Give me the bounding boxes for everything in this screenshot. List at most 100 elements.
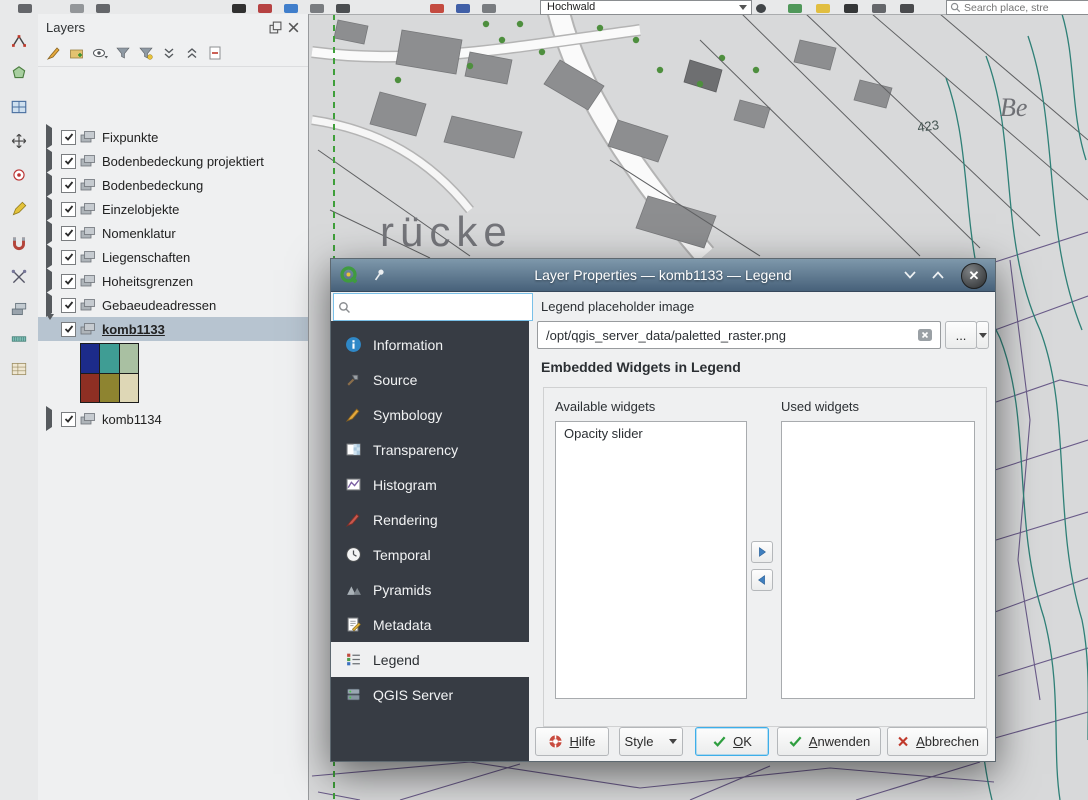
layer-tree-row[interactable]: Liegenschaften: [38, 245, 308, 269]
collapse-arrow-icon[interactable]: [46, 320, 56, 338]
dialog-titlebar[interactable]: Layer Properties — komb1133 — Legend: [331, 259, 995, 292]
layer-checkbox[interactable]: [61, 298, 76, 313]
measure-tool-icon[interactable]: [6, 326, 32, 352]
layer-checkbox[interactable]: [61, 130, 76, 145]
locator-search[interactable]: [946, 0, 1088, 15]
toolbar-icon[interactable]: [844, 4, 858, 13]
layer-tree-row[interactable]: Hoheitsgrenzen: [38, 269, 308, 293]
layer-tree-row[interactable]: Bodenbedeckung projektiert: [38, 149, 308, 173]
expand-arrow-icon[interactable]: [46, 176, 56, 194]
grid-tool-icon[interactable]: [6, 94, 32, 120]
close-window-icon[interactable]: ✕: [961, 263, 987, 289]
map-themes-icon[interactable]: [92, 45, 108, 61]
nav-metadata[interactable]: Metadata: [331, 607, 529, 642]
snapping-tool-icon[interactable]: [6, 230, 32, 256]
layer-tree-row[interactable]: Bodenbedeckung: [38, 173, 308, 197]
expand-arrow-icon[interactable]: [46, 152, 56, 170]
nav-information[interactable]: Information: [331, 327, 529, 362]
toolbar-icon[interactable]: [44, 4, 58, 13]
layer-styling-icon[interactable]: [46, 45, 62, 61]
layer-select-combobox[interactable]: Hochwald: [540, 0, 752, 15]
collapse-all-icon[interactable]: [184, 45, 200, 61]
layer-checkbox[interactable]: [61, 412, 76, 427]
layers-tool-icon[interactable]: [6, 296, 32, 322]
toolbar-icon[interactable]: [816, 4, 830, 13]
toolbar-icon[interactable]: [336, 4, 350, 13]
layer-checkbox[interactable]: [61, 154, 76, 169]
toolbar-icon[interactable]: [430, 4, 444, 13]
toolbar-icon[interactable]: [96, 4, 110, 13]
nav-transparency[interactable]: Transparency: [331, 432, 529, 467]
properties-search[interactable]: [333, 293, 533, 321]
layer-checkbox[interactable]: [61, 250, 76, 265]
shade-window-icon[interactable]: [901, 267, 919, 283]
toolbar-icon[interactable]: [70, 4, 84, 13]
nav-legend[interactable]: Legend: [331, 642, 529, 677]
vertex-tool-icon[interactable]: [6, 28, 32, 54]
float-panel-icon[interactable]: [269, 21, 282, 34]
used-widgets-list[interactable]: [781, 421, 975, 699]
filter-legend-icon[interactable]: [115, 45, 131, 61]
layer-checkbox[interactable]: [61, 322, 76, 337]
info-icon[interactable]: [756, 4, 766, 13]
expand-arrow-icon[interactable]: [46, 296, 56, 314]
properties-search-input[interactable]: [354, 299, 518, 316]
cancel-button[interactable]: Abbrechen: [887, 727, 988, 756]
toolbar-icon[interactable]: [788, 4, 802, 13]
expand-arrow-icon[interactable]: [46, 248, 56, 266]
remove-layer-icon[interactable]: [207, 45, 223, 61]
nav-qgis-server[interactable]: QGIS Server: [331, 677, 529, 712]
move-right-button[interactable]: [751, 541, 773, 563]
help-button[interactable]: Hilfe: [535, 727, 609, 756]
layer-tree-row[interactable]: Fixpunkte: [38, 125, 308, 149]
legend-placeholder-path-input[interactable]: [537, 321, 941, 349]
list-item[interactable]: Opacity slider: [556, 422, 746, 445]
layer-checkbox[interactable]: [61, 274, 76, 289]
layer-checkbox[interactable]: [61, 178, 76, 193]
nav-pyramids[interactable]: Pyramids: [331, 572, 529, 607]
expand-arrow-icon[interactable]: [46, 128, 56, 146]
nav-source[interactable]: Source: [331, 362, 529, 397]
pin-icon[interactable]: [371, 267, 387, 283]
toolbar-icon[interactable]: [872, 4, 886, 13]
toolbar-icon[interactable]: [900, 4, 914, 13]
expand-arrow-icon[interactable]: [46, 272, 56, 290]
nav-histogram[interactable]: Histogram: [331, 467, 529, 502]
browse-dropdown-button[interactable]: [976, 321, 989, 349]
browse-button[interactable]: ...: [945, 321, 977, 349]
toolbar-icon[interactable]: [456, 4, 470, 13]
expand-arrow-icon[interactable]: [46, 224, 56, 242]
circle-tool-icon[interactable]: [6, 162, 32, 188]
layer-tree-row[interactable]: komb1134: [38, 407, 308, 431]
nav-temporal[interactable]: Temporal: [331, 537, 529, 572]
layer-checkbox[interactable]: [61, 226, 76, 241]
move-left-button[interactable]: [751, 569, 773, 591]
style-button[interactable]: Style: [619, 727, 683, 756]
locator-search-input[interactable]: [964, 2, 1074, 14]
toolbar-icon[interactable]: [482, 4, 496, 13]
apply-button[interactable]: Anwenden: [777, 727, 881, 756]
pencil-tool-icon[interactable]: [6, 196, 32, 222]
close-panel-icon[interactable]: [287, 21, 300, 34]
available-widgets-list[interactable]: Opacity slider: [555, 421, 747, 699]
expand-all-icon[interactable]: [161, 45, 177, 61]
layer-tree-row-current[interactable]: komb1133: [38, 317, 308, 341]
toolbar-icon[interactable]: [232, 4, 246, 13]
nav-symbology[interactable]: Symbology: [331, 397, 529, 432]
move-tool-icon[interactable]: [6, 128, 32, 154]
split-tool-icon[interactable]: [6, 264, 32, 290]
clear-field-icon[interactable]: [917, 327, 933, 343]
polygon-tool-icon[interactable]: [6, 60, 32, 86]
toolbar-icon[interactable]: [284, 4, 298, 13]
layer-tree-row[interactable]: Gebaeudeadressen: [38, 293, 308, 317]
ok-button[interactable]: OK: [695, 727, 769, 756]
nav-rendering[interactable]: Rendering: [331, 502, 529, 537]
expand-arrow-icon[interactable]: [46, 410, 56, 428]
layer-tree-row[interactable]: Einzelobjekte: [38, 197, 308, 221]
toolbar-icon[interactable]: [310, 4, 324, 13]
layer-tree-row[interactable]: Nomenklatur: [38, 221, 308, 245]
toolbar-icon[interactable]: [18, 4, 32, 13]
attribute-table-icon[interactable]: [6, 356, 32, 382]
expand-arrow-icon[interactable]: [46, 200, 56, 218]
filter-expression-icon[interactable]: [138, 45, 154, 61]
